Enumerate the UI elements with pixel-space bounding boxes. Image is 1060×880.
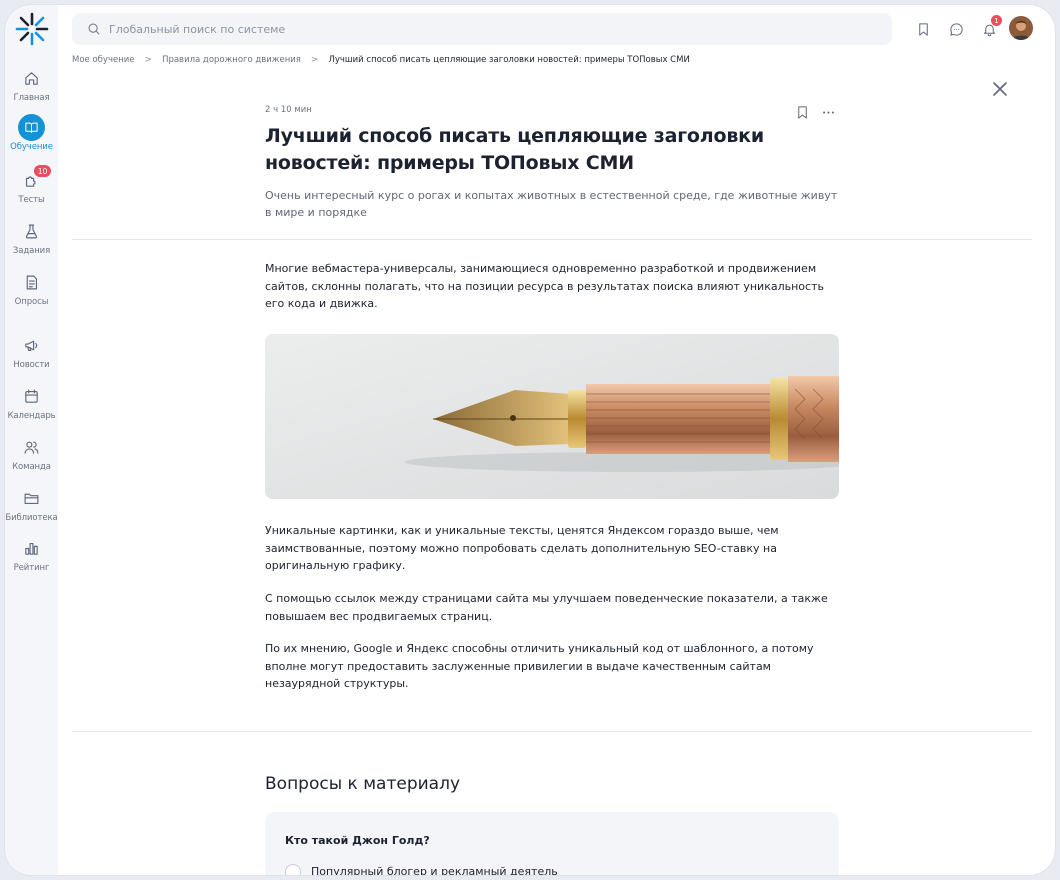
divider: [72, 239, 1032, 240]
notifications-badge: 1: [991, 15, 1002, 26]
article-paragraph: По их мнению, Google и Яндекс способны о…: [265, 642, 814, 690]
breadcrumb-separator: >: [144, 55, 153, 65]
tests-badge: 10: [34, 165, 51, 177]
question-text: Кто такой Джон Голд?: [285, 834, 430, 847]
book-icon: [18, 114, 45, 141]
bookmarks-button[interactable]: [913, 19, 933, 39]
more-horizontal-icon: [822, 110, 834, 114]
more-options-button[interactable]: [819, 103, 837, 121]
sidebar-item-news[interactable]: Новости: [5, 334, 58, 382]
answer-radio[interactable]: [285, 864, 301, 875]
chat-icon: [949, 22, 963, 36]
questions-title: Вопросы к материалу: [265, 774, 461, 794]
home-icon: [21, 67, 43, 89]
sidebar-item-polls[interactable]: Опросы: [5, 271, 58, 319]
page-title: Лучший способ писать цепляющие заголовки…: [265, 125, 764, 174]
sidebar-item-label: Новости: [13, 360, 50, 370]
sidebar-item-label: Главная: [13, 93, 50, 103]
sidebar-item-label: Календарь: [7, 411, 56, 421]
answer-option-label[interactable]: Популярный блогер и рекламный деятель: [311, 865, 558, 875]
sidebar-item-label: Опросы: [14, 297, 49, 307]
team-icon: [21, 436, 43, 458]
search-icon: [88, 23, 100, 35]
bookmark-article-button[interactable]: [793, 103, 811, 121]
close-button[interactable]: [990, 79, 1010, 99]
notifications-button[interactable]: 1: [979, 15, 1002, 39]
sidebar-item-team[interactable]: Команда: [5, 436, 58, 484]
sidebar-item-tests[interactable]: 10 Тесты: [5, 165, 58, 217]
sidebar-item-label: Рейтинг: [13, 563, 50, 573]
sidebar: Главная Обучение 10 Тесты Задания Опросы…: [5, 5, 58, 875]
breadcrumb-item-course[interactable]: Правила дорожного движения: [162, 55, 301, 65]
global-search: [72, 13, 892, 45]
breadcrumb-item-my-learning[interactable]: Мое обучение: [72, 55, 135, 65]
sidebar-item-label: Тесты: [18, 195, 45, 205]
poll-icon: [21, 271, 43, 293]
article-intro: Многие вебмастера-универсалы, занимающие…: [265, 262, 824, 310]
sidebar-item-label: Обучение: [10, 142, 53, 152]
calendar-icon: [21, 385, 43, 407]
app-logo[interactable]: [13, 10, 51, 48]
flask-icon: [21, 220, 43, 242]
sidebar-item-label: Библиотека: [5, 513, 58, 523]
page-subtitle: Очень интересный курс о рогах и копытах …: [265, 189, 838, 219]
sidebar-item-rating[interactable]: Рейтинг: [5, 537, 58, 585]
sidebar-item-label: Задания: [12, 246, 51, 256]
search-input[interactable]: [109, 22, 809, 36]
duration-label: 2 ч 10 мин: [265, 105, 312, 115]
bookmark-icon: [797, 105, 807, 119]
sidebar-item-library[interactable]: Библиотека: [5, 487, 58, 535]
breadcrumb-current: Лучший способ писать цепляющие заголовки…: [328, 55, 690, 65]
messages-button[interactable]: [946, 19, 966, 39]
breadcrumb: Мое обучение > Правила дорожного движени…: [72, 55, 690, 65]
sidebar-item-tasks[interactable]: Задания: [5, 220, 58, 268]
user-avatar[interactable]: [1009, 16, 1033, 40]
article-paragraph: Уникальные картинки, как и уникальные те…: [265, 524, 779, 572]
close-icon: [993, 82, 1007, 96]
app-window: Главная Обучение 10 Тесты Задания Опросы…: [5, 5, 1055, 875]
article-paragraph: С помощью ссылок между страницами сайта …: [265, 592, 828, 623]
sidebar-item-home[interactable]: Главная: [5, 67, 58, 115]
divider: [72, 731, 1032, 732]
sidebar-item-label: Команда: [12, 462, 51, 472]
sidebar-item-learning[interactable]: Обучение: [5, 114, 58, 165]
breadcrumb-separator: >: [310, 55, 319, 65]
folder-icon: [21, 487, 43, 509]
bookmark-icon: [918, 22, 928, 36]
sidebar-item-calendar[interactable]: Календарь: [5, 385, 58, 433]
article-image-fountain-pen: [265, 334, 839, 499]
chart-icon: [21, 537, 43, 559]
question-card: Кто такой Джон Голд? Популярный блогер и…: [265, 812, 839, 875]
megaphone-icon: [21, 334, 43, 356]
